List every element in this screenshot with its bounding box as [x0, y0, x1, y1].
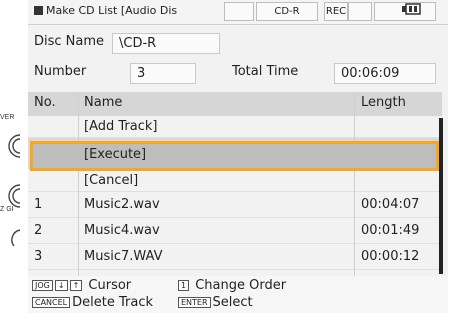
select-help: ENTER Select: [178, 295, 253, 310]
number-label: Number: [34, 64, 87, 79]
key-1-icon: 1: [178, 280, 190, 291]
enter-key-icon: ENTER: [178, 297, 211, 308]
device-screen: Make CD List [Audio Dis CD-R REC Disc Na…: [28, 0, 448, 313]
change-order-help: 1 Change Order: [178, 278, 286, 293]
status-slot: [224, 2, 254, 21]
column-header-length: Length: [361, 95, 406, 110]
selected-item-label: [Execute]: [84, 147, 147, 162]
battery-indicator: [374, 2, 436, 21]
bezel-dial-icon: [11, 229, 21, 247]
disc-name-field[interactable]: \CD-R: [112, 33, 220, 54]
rec-indicator: REC: [324, 2, 348, 21]
number-row: Number 3 Total Time 00:06:09: [28, 60, 448, 86]
delete-track-help: CANCEL Delete Track: [32, 295, 153, 310]
list-item-add-track[interactable]: [Add Track]: [28, 116, 442, 138]
table-row[interactable]: 2 Music4.wav 00:01:49: [28, 218, 442, 244]
status-bar: Make CD List [Audio Dis CD-R REC: [28, 0, 448, 25]
column-divider: [78, 92, 79, 276]
bezel-label-top: VER: [0, 114, 15, 121]
list-item-cancel[interactable]: [Cancel]: [28, 170, 442, 192]
total-time-value: 00:06:09: [334, 63, 436, 84]
screen-mode-icon: [34, 6, 43, 15]
disc-name-label: Disc Name: [34, 34, 105, 49]
status-slot: [348, 2, 372, 21]
track-list: No. Name Length [Add Track] [Execute] [C…: [28, 92, 442, 276]
cursor-help: JOG ↓ ↑ Cursor: [32, 278, 131, 293]
key-help-bar: JOG ↓ ↑ Cursor 1 Change Order CANCEL Delete…: [28, 276, 448, 313]
battery-icon: [402, 3, 421, 15]
track-list-header: No. Name Length: [28, 92, 442, 116]
arrow-down-icon: ↓: [54, 280, 68, 291]
disc-name-row: Disc Name \CD-R: [28, 30, 448, 56]
device-bezel: VER Z GI: [0, 0, 28, 313]
column-divider: [354, 92, 355, 276]
track-count-value: 3: [130, 63, 196, 84]
column-header-no: No.: [34, 95, 56, 110]
total-time-label: Total Time: [232, 64, 299, 79]
bezel-label-bottom: Z GI: [0, 206, 14, 213]
window-title: Make CD List [Audio Dis: [30, 2, 223, 21]
column-header-name: Name: [84, 95, 123, 110]
jog-key-icon: JOG: [32, 280, 53, 291]
bezel-dial-icon: [8, 134, 21, 158]
table-row[interactable]: 1 Music2.wav 00:04:07: [28, 192, 442, 218]
scrollbar[interactable]: [439, 118, 443, 274]
media-type-indicator: CD-R: [256, 2, 318, 21]
arrow-up-icon: ↑: [69, 280, 83, 291]
cancel-key-icon: CANCEL: [32, 297, 71, 308]
table-row[interactable]: 3 Music7.WAV 00:00:12: [28, 244, 442, 270]
